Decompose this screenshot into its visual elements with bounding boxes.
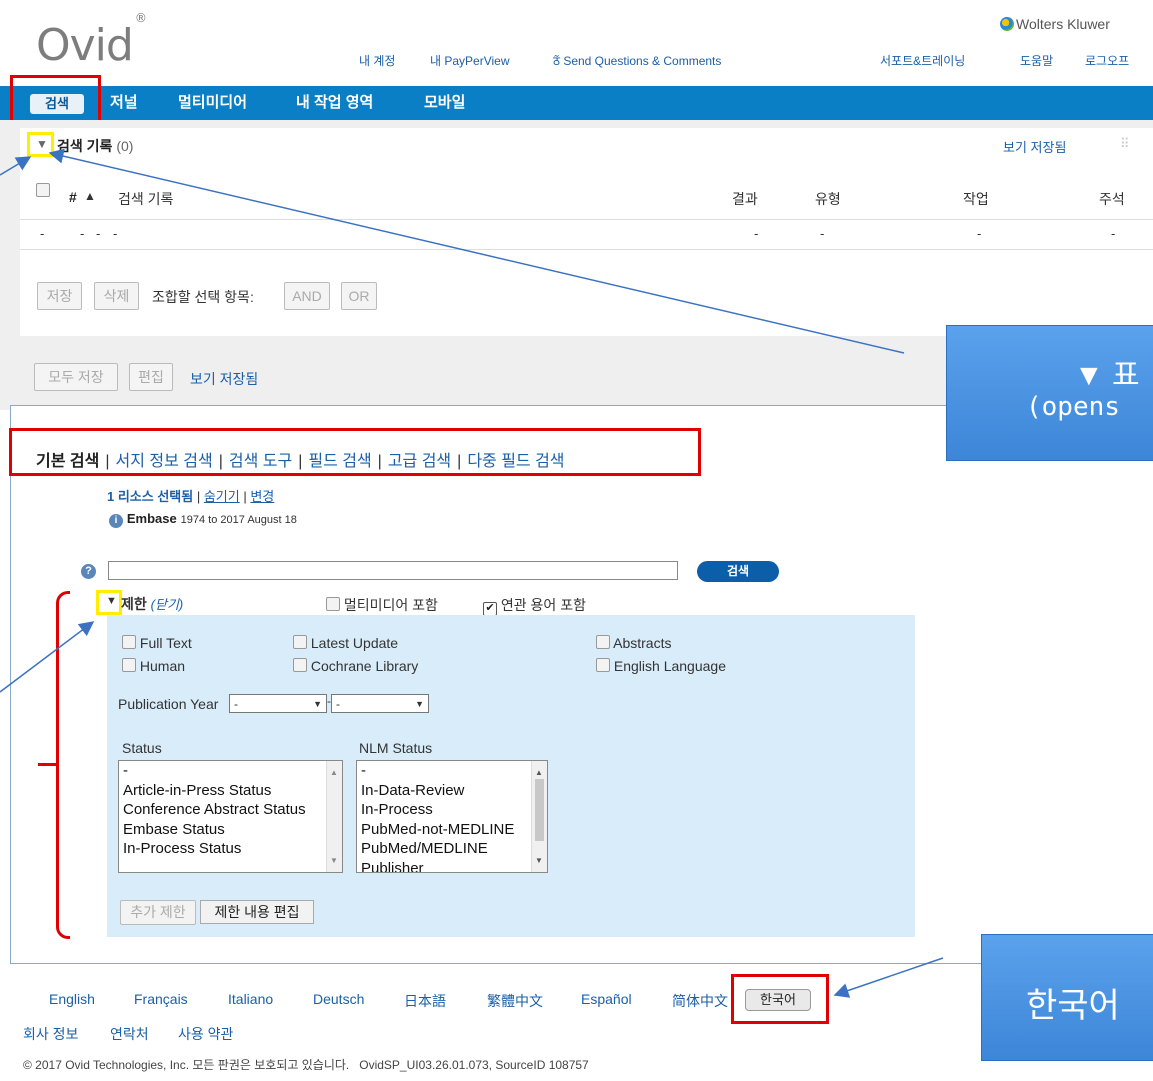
lang-italian[interactable]: Italiano [228, 991, 273, 1007]
arrow-to-history-toggle [48, 148, 905, 354]
lang-german[interactable]: Deutsch [313, 991, 364, 1007]
lang-spanish[interactable]: Español [581, 991, 632, 1007]
highlight-korean [731, 974, 829, 1024]
lang-simplified-chinese[interactable]: 简体中文 [672, 991, 728, 1011]
lang-french[interactable]: Français [134, 991, 188, 1007]
company-info-link[interactable]: 회사 정보 [23, 1024, 78, 1044]
lang-traditional-chinese[interactable]: 繁體中文 [487, 991, 543, 1011]
arrow-to-history-toggle-left [0, 156, 32, 176]
lang-english[interactable]: English [49, 991, 95, 1007]
arrow-to-korean [833, 957, 944, 998]
contact-link[interactable]: 연락처 [110, 1024, 149, 1044]
terms-link[interactable]: 사용 약관 [178, 1024, 233, 1044]
copyright: © 2017 Ovid Technologies, Inc. 모든 판권은 보호… [23, 1058, 589, 1072]
lang-japanese[interactable]: 日本語 [404, 991, 446, 1011]
annotation-arrows [0, 148, 944, 998]
arrow-to-limits-toggle [0, 621, 95, 693]
